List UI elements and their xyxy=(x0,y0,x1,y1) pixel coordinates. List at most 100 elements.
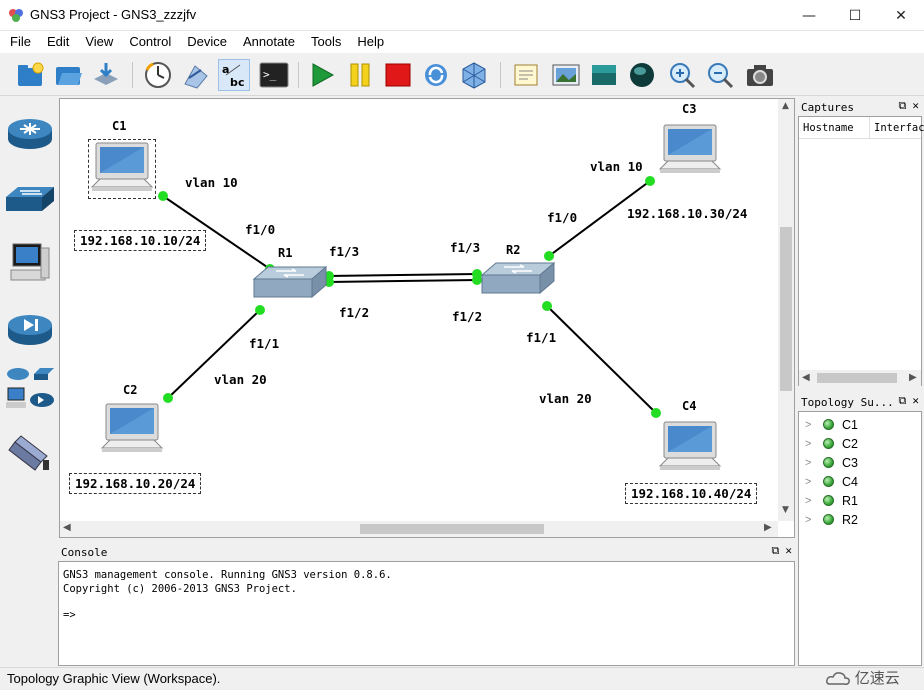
captures-dock: Captures ⧉ ✕ Hostname Interfac ◀ ▶ xyxy=(798,98,924,388)
column-interface[interactable]: Interfac xyxy=(874,122,924,134)
captures-horizontal-scrollbar[interactable]: ◀ ▶ xyxy=(799,370,921,386)
list-item[interactable]: > C4 xyxy=(805,472,858,491)
expand-chevron-icon[interactable]: > xyxy=(805,495,817,507)
label-vlan-c4[interactable]: vlan 20 xyxy=(539,391,592,406)
console-output[interactable]: GNS3 management console. Running GNS3 ve… xyxy=(58,561,795,666)
captures-header: Captures ⧉ ✕ xyxy=(798,98,922,116)
list-item[interactable]: > C2 xyxy=(805,434,858,453)
canvas-vertical-scrollbar[interactable]: ▲ ▼ xyxy=(778,99,794,521)
expand-chevron-icon[interactable]: > xyxy=(805,457,817,469)
canvas-horizontal-scrollbar[interactable]: ◀ ▶ xyxy=(60,521,778,537)
close-icon[interactable]: ✕ xyxy=(912,99,919,113)
show-interface-labels-icon[interactable]: abc xyxy=(218,59,250,91)
scroll-left-icon[interactable]: ◀ xyxy=(802,372,810,383)
label-r1-f10[interactable]: f1/0 xyxy=(245,222,275,237)
float-icon[interactable]: ⧉ xyxy=(772,544,780,558)
expand-chevron-icon[interactable]: > xyxy=(805,438,817,450)
snapshot-icon[interactable] xyxy=(142,59,174,91)
label-r1-f12[interactable]: f1/2 xyxy=(339,305,369,320)
list-item[interactable]: > C1 xyxy=(805,415,858,434)
label-vlan-c3[interactable]: vlan 10 xyxy=(590,159,643,174)
topology-summary-list[interactable]: > C1 > C2 > C3 > C4 > R1 > R2 xyxy=(798,411,922,666)
start-all-icon[interactable] xyxy=(306,59,338,91)
list-item[interactable]: > R2 xyxy=(805,510,858,529)
reload-all-icon[interactable] xyxy=(420,59,452,91)
draw-ellipse-icon[interactable] xyxy=(626,59,658,91)
menu-file[interactable]: File xyxy=(2,31,39,53)
float-icon[interactable]: ⧉ xyxy=(899,99,907,113)
node-c4-host-icon[interactable] xyxy=(658,420,722,476)
expand-chevron-icon[interactable]: > xyxy=(805,476,817,488)
node-c2-host-icon[interactable] xyxy=(100,402,164,458)
node-c1-ip[interactable]: 192.168.10.10/24 xyxy=(74,230,207,251)
host-icon[interactable] xyxy=(4,238,56,288)
vertical-scroll-thumb[interactable] xyxy=(780,227,792,391)
scroll-down-icon[interactable]: ▼ xyxy=(782,505,789,515)
menu-device[interactable]: Device xyxy=(179,31,235,53)
open-project-icon[interactable] xyxy=(52,59,84,91)
save-project-icon[interactable] xyxy=(90,59,122,91)
column-hostname[interactable]: Hostname xyxy=(803,122,854,134)
scroll-right-icon[interactable]: ▶ xyxy=(909,372,917,383)
label-vlan-c1[interactable]: vlan 10 xyxy=(185,175,238,190)
menu-tools[interactable]: Tools xyxy=(303,31,349,53)
zoom-in-icon[interactable] xyxy=(666,59,698,91)
stop-all-icon[interactable] xyxy=(382,59,414,91)
router-icon[interactable] xyxy=(4,108,56,158)
node-c2-ip[interactable]: 192.168.10.20/24 xyxy=(69,473,202,494)
node-c4-ip[interactable]: 192.168.10.40/24 xyxy=(625,483,758,504)
insert-picture-icon[interactable] xyxy=(550,59,582,91)
new-project-icon[interactable] xyxy=(14,59,46,91)
label-vlan-c2[interactable]: vlan 20 xyxy=(214,372,267,387)
console-prompt[interactable]: => xyxy=(63,608,790,622)
close-icon[interactable]: ✕ xyxy=(785,544,792,558)
maximize-button[interactable]: ☐ xyxy=(832,0,878,31)
scroll-left-icon[interactable]: ◀ xyxy=(63,522,71,533)
topology-workspace[interactable]: C1 192.168.10.10/24 C2 192.168.10.20/24 … xyxy=(59,98,795,538)
suspend-all-icon[interactable] xyxy=(344,59,376,91)
label-r1-f13[interactable]: f1/3 xyxy=(329,244,359,259)
virtualbox-icon[interactable] xyxy=(458,59,490,91)
screenshot-icon[interactable] xyxy=(744,59,776,91)
menu-annotate[interactable]: Annotate xyxy=(235,31,303,53)
scroll-right-icon[interactable]: ▶ xyxy=(764,522,772,533)
horizontal-scroll-thumb[interactable] xyxy=(817,373,897,383)
minimize-button[interactable]: — xyxy=(786,0,832,31)
node-c3-ip[interactable]: 192.168.10.30/24 xyxy=(627,206,747,221)
svg-text:>_: >_ xyxy=(263,68,277,81)
label-r1-f11[interactable]: f1/1 xyxy=(249,336,279,351)
expand-chevron-icon[interactable]: > xyxy=(805,514,817,526)
list-item[interactable]: > C3 xyxy=(805,453,858,472)
menu-edit[interactable]: Edit xyxy=(39,31,77,53)
close-icon[interactable]: ✕ xyxy=(912,394,919,408)
console-icon[interactable]: >_ xyxy=(258,59,290,91)
add-note-icon[interactable] xyxy=(510,59,542,91)
node-c3-host-icon[interactable] xyxy=(658,123,722,179)
captures-table[interactable]: Hostname Interfac ◀ ▶ xyxy=(798,116,924,386)
expand-chevron-icon[interactable]: > xyxy=(805,419,817,431)
horizontal-scroll-thumb[interactable] xyxy=(360,524,544,534)
float-icon[interactable]: ⧉ xyxy=(899,394,907,408)
menu-control[interactable]: Control xyxy=(121,31,179,53)
scroll-up-icon[interactable]: ▲ xyxy=(782,101,789,111)
menu-help[interactable]: Help xyxy=(349,31,392,53)
zoom-out-icon[interactable] xyxy=(704,59,736,91)
label-r2-f12[interactable]: f1/2 xyxy=(452,309,482,324)
atm-icon[interactable] xyxy=(4,304,56,354)
node-r2-switch-icon[interactable] xyxy=(480,261,556,297)
node-c1-host-icon[interactable] xyxy=(90,141,154,197)
emulated-devices-icon[interactable] xyxy=(180,59,212,91)
draw-rectangle-icon[interactable] xyxy=(588,59,620,91)
node-r1-switch-icon[interactable] xyxy=(252,265,328,301)
label-r2-f13[interactable]: f1/3 xyxy=(450,240,480,255)
cloud-icon[interactable] xyxy=(4,428,56,478)
all-devices-icon[interactable] xyxy=(4,364,56,414)
label-r2-f10[interactable]: f1/0 xyxy=(547,210,577,225)
switch-icon[interactable] xyxy=(4,174,56,224)
status-led-icon xyxy=(823,457,834,468)
menu-view[interactable]: View xyxy=(77,31,121,53)
close-button[interactable]: ✕ xyxy=(878,0,924,31)
list-item[interactable]: > R1 xyxy=(805,491,858,510)
topology-canvas[interactable]: C1 192.168.10.10/24 C2 192.168.10.20/24 … xyxy=(60,99,778,521)
label-r2-f11[interactable]: f1/1 xyxy=(526,330,556,345)
